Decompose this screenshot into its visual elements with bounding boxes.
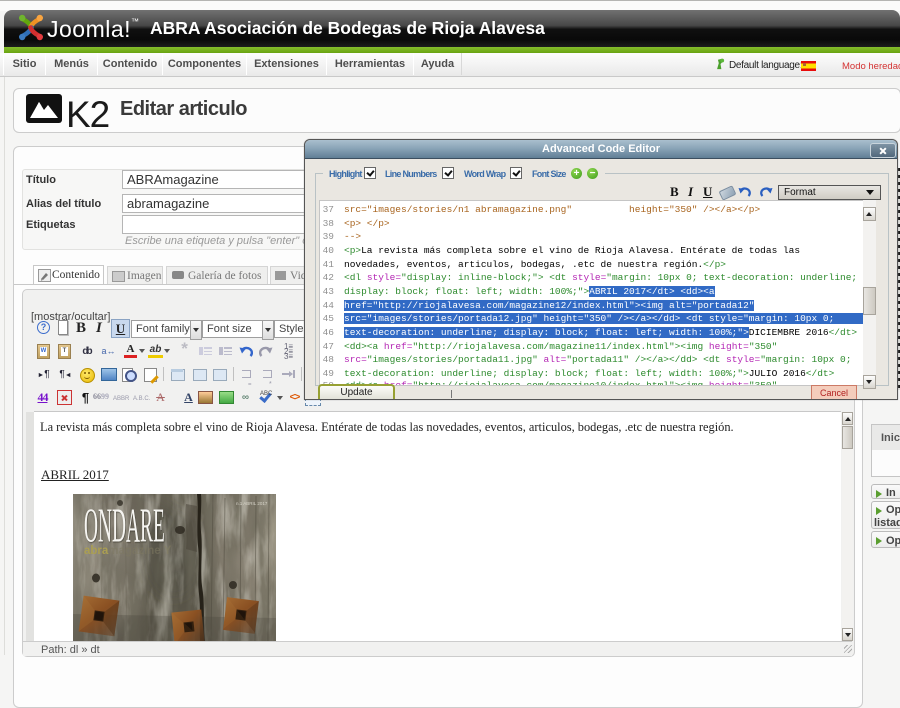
svg-text:n.1 ABRIL 2017: n.1 ABRIL 2017 [236,501,268,506]
svg-text:abramagazine Y: abramagazine Y [84,545,172,557]
